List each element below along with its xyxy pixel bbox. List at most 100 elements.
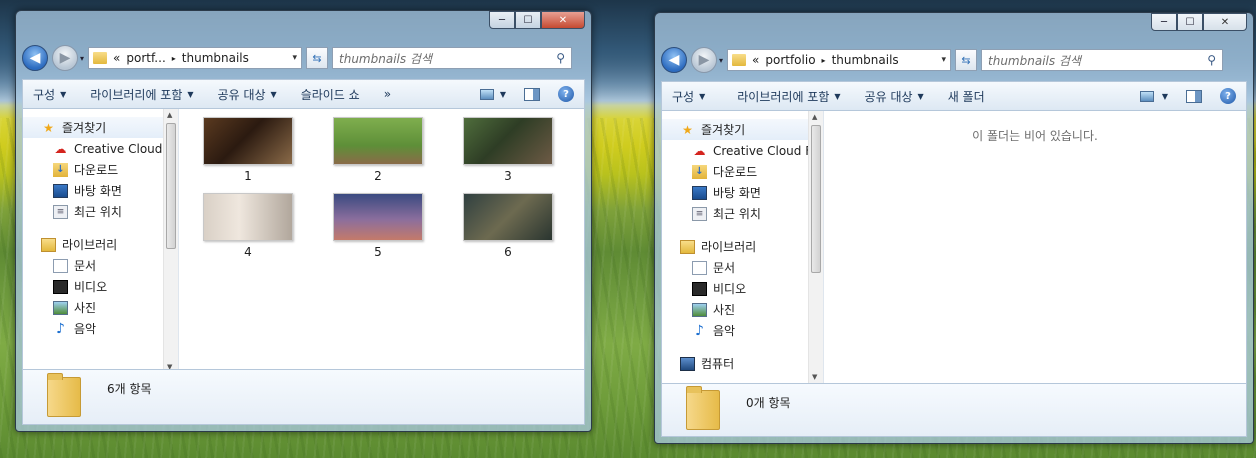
file-name[interactable]: 2 — [374, 169, 382, 183]
address-bar[interactable]: « portf... ▸ thumbnails ▾ — [88, 47, 303, 69]
nav-desktop[interactable]: 바탕 화면 — [23, 180, 178, 201]
nav-downloads[interactable]: ↓ 다운로드 — [662, 161, 823, 182]
nav-computer[interactable]: 컴퓨터 — [662, 353, 823, 374]
change-view-button[interactable]: ▼ — [479, 88, 506, 100]
file-item[interactable]: 4 — [203, 193, 293, 259]
nav-documents[interactable]: 문서 — [662, 257, 823, 278]
file-name[interactable]: 4 — [244, 245, 252, 259]
nav-music[interactable]: ♪ 음악 — [662, 320, 823, 341]
nav-scrollbar[interactable]: ▲ ▼ — [808, 111, 823, 383]
breadcrumb-thumbnails[interactable]: thumbnails — [182, 51, 249, 65]
nav-libraries[interactable]: 라이브러리 — [23, 234, 178, 255]
nav-videos[interactable]: 비디오 — [23, 276, 178, 297]
details-pane: 0개 항목 — [661, 383, 1247, 437]
help-icon[interactable]: ? — [1220, 88, 1236, 104]
include-in-library-menu[interactable]: 라이브러리에 포함 ▼ — [90, 86, 193, 103]
breadcrumb-portfolio[interactable]: portfolio — [765, 53, 815, 67]
breadcrumb-overflow[interactable]: « — [752, 53, 759, 67]
thumbnail-image[interactable] — [333, 193, 423, 241]
explorer-window-left[interactable]: ─ ☐ ✕ ◀ ▶ ▾ « portf... ▸ thumbnails ▾ ⇆ … — [15, 10, 592, 432]
nav-creative-cloud[interactable]: ☁ Creative Cloud F — [662, 140, 823, 161]
organize-menu[interactable]: 구성 ▼ — [33, 86, 66, 103]
new-folder-button[interactable]: 새 폴더 — [948, 88, 985, 105]
video-icon — [692, 281, 707, 296]
breadcrumb-thumbnails[interactable]: thumbnails — [832, 53, 899, 67]
minimize-button[interactable]: ─ — [489, 11, 515, 29]
nav-videos[interactable]: 비디오 — [662, 278, 823, 299]
maximize-button[interactable]: ☐ — [515, 11, 541, 29]
document-icon — [692, 260, 707, 275]
file-item[interactable]: 3 — [463, 117, 553, 183]
nav-recent-places[interactable]: ≡ 최근 위치 — [23, 201, 178, 222]
more-commands-button[interactable]: » — [384, 87, 391, 101]
nav-scrollbar[interactable]: ▲ ▼ — [163, 109, 178, 373]
nav-favorites[interactable]: ★ 즐겨찾기 — [23, 117, 178, 138]
nav-desktop[interactable]: 바탕 화면 — [662, 182, 823, 203]
address-history-dropdown-icon[interactable]: ▾ — [941, 55, 946, 65]
back-button[interactable]: ◀ — [22, 45, 48, 71]
item-count: 0개 항목 — [746, 396, 791, 410]
explorer-window-right[interactable]: ─ ☐ ✕ ◀ ▶ ▾ « portfolio ▸ thumbnails ▾ ⇆… — [654, 12, 1254, 444]
search-input[interactable]: thumbnails 검색 ⚲ — [981, 49, 1224, 71]
preview-pane-icon[interactable] — [1186, 89, 1202, 103]
chevron-down-icon[interactable]: ▼ — [1162, 92, 1168, 101]
scrollbar-thumb[interactable] — [811, 125, 821, 273]
back-button[interactable]: ◀ — [661, 47, 687, 73]
organize-menu[interactable]: 구성 ▼ — [672, 88, 705, 105]
thumbnail-image[interactable] — [463, 193, 553, 241]
preview-pane-icon[interactable] — [524, 87, 540, 101]
include-in-library-menu[interactable]: 라이브러리에 포함 ▼ — [737, 88, 840, 105]
nav-downloads[interactable]: ↓ 다운로드 — [23, 159, 178, 180]
minimize-button[interactable]: ─ — [1151, 13, 1177, 31]
recent-pages-dropdown-icon[interactable]: ▾ — [719, 56, 723, 65]
navigation-pane: ★ 즐겨찾기 ☁ Creative Cloud F ↓ 다운로드 바탕 화면 ≡ 최근 … — [23, 109, 179, 373]
nav-creative-cloud[interactable]: ☁ Creative Cloud F — [23, 138, 178, 159]
refresh-button[interactable]: ⇆ — [306, 47, 329, 69]
share-with-menu[interactable]: 공유 대상 ▼ — [218, 86, 277, 103]
file-name[interactable]: 6 — [504, 245, 512, 259]
file-item[interactable]: 1 — [203, 117, 293, 183]
thumbnail-image[interactable] — [463, 117, 553, 165]
slideshow-button[interactable]: 슬라이드 쇼 — [301, 86, 360, 103]
thumbnail-image[interactable] — [203, 117, 293, 165]
nav-music[interactable]: ♪ 음악 — [23, 318, 178, 339]
help-icon[interactable]: ? — [558, 86, 574, 102]
breadcrumb-overflow[interactable]: « — [113, 51, 120, 65]
forward-button[interactable]: ▶ — [691, 47, 717, 73]
thumbnail-image[interactable] — [333, 117, 423, 165]
change-view-button[interactable]: ▼ — [1139, 90, 1168, 102]
search-icon[interactable]: ⚲ — [556, 51, 565, 65]
address-row: ◀ ▶ ▾ « portfolio ▸ thumbnails ▾ ⇆ thumb… — [661, 45, 1247, 75]
file-list: 이 폴더는 비어 있습니다. — [824, 111, 1246, 383]
search-icon[interactable]: ⚲ — [1207, 53, 1216, 67]
share-with-menu[interactable]: 공유 대상 ▼ — [865, 88, 924, 105]
file-name[interactable]: 5 — [374, 245, 382, 259]
refresh-button[interactable]: ⇆ — [955, 49, 978, 71]
search-input[interactable]: thumbnails 검색 ⚲ — [332, 47, 573, 69]
nav-libraries[interactable]: 라이브러리 — [662, 236, 823, 257]
file-item[interactable]: 6 — [463, 193, 553, 259]
recent-pages-dropdown-icon[interactable]: ▾ — [80, 54, 84, 63]
file-item[interactable]: 5 — [333, 193, 423, 259]
file-name[interactable]: 3 — [504, 169, 512, 183]
chevron-down-icon[interactable]: ▼ — [500, 90, 506, 99]
scrollbar-thumb[interactable] — [166, 123, 176, 249]
nav-favorites[interactable]: ★ 즐겨찾기 — [662, 119, 823, 140]
breadcrumb-separator-icon[interactable]: ▸ — [172, 54, 176, 63]
file-item[interactable]: 2 — [333, 117, 423, 183]
breadcrumb-portfolio[interactable]: portf... — [126, 51, 165, 65]
address-bar[interactable]: « portfolio ▸ thumbnails ▾ — [727, 49, 952, 71]
video-icon — [53, 279, 68, 294]
maximize-button[interactable]: ☐ — [1177, 13, 1203, 31]
forward-button[interactable]: ▶ — [52, 45, 78, 71]
nav-recent-places[interactable]: ≡ 최근 위치 — [662, 203, 823, 224]
thumbnail-image[interactable] — [203, 193, 293, 241]
nav-pictures[interactable]: 사진 — [23, 297, 178, 318]
breadcrumb-separator-icon[interactable]: ▸ — [822, 56, 826, 65]
nav-pictures[interactable]: 사진 — [662, 299, 823, 320]
close-button[interactable]: ✕ — [541, 11, 585, 29]
nav-documents[interactable]: 문서 — [23, 255, 178, 276]
file-name[interactable]: 1 — [244, 169, 252, 183]
address-history-dropdown-icon[interactable]: ▾ — [292, 53, 297, 63]
close-button[interactable]: ✕ — [1203, 13, 1247, 31]
